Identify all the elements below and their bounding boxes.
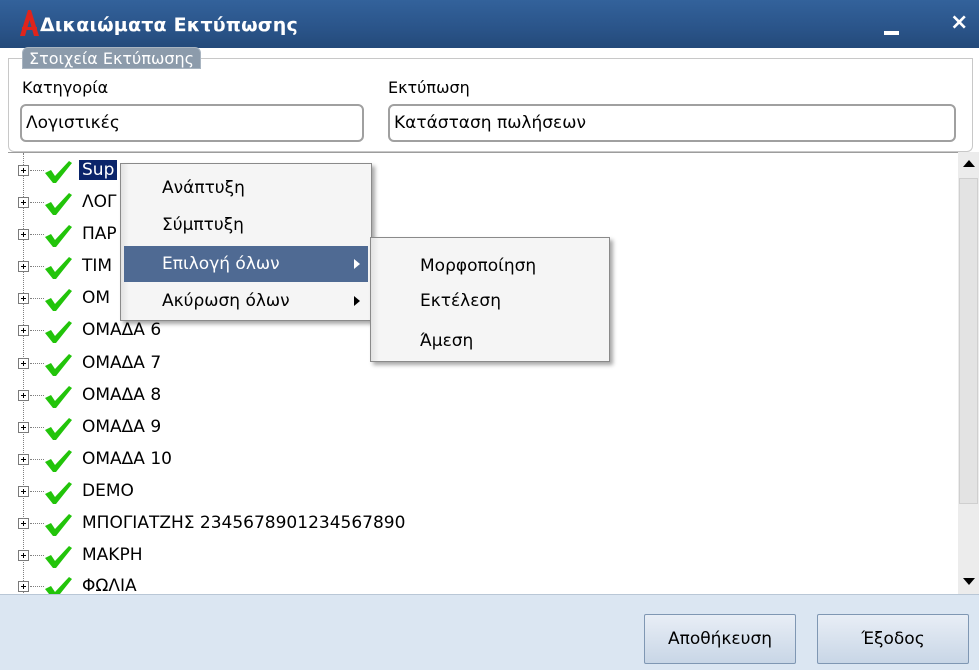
vertical-scrollbar[interactable] — [958, 152, 979, 594]
tree-item[interactable]: ΟΜΑΔΑ 8 — [8, 380, 908, 412]
button-bar: Αποθήκευση Έξοδος — [0, 594, 979, 670]
minimize-button[interactable] — [878, 12, 912, 38]
tree-item[interactable]: DEMO — [8, 476, 908, 508]
expand-plus-icon[interactable] — [18, 293, 29, 304]
menu-item-label: Άμεση — [420, 331, 474, 351]
context-menu: Ανάπτυξη Σύμπτυξη Επιλογή όλων Ακύρωση ό… — [120, 163, 372, 321]
tree-item-label: ΟΜΑΔΑ 7 — [82, 353, 162, 373]
expand-plus-icon[interactable] — [18, 518, 29, 529]
checkmark-icon[interactable] — [42, 159, 74, 185]
tree-item[interactable]: ΜΠΟΓΙΑΤΖΗΣ 2345678901234567890 — [8, 508, 908, 540]
tree-item[interactable]: ΦΩΛΙΑ — [8, 571, 908, 594]
tree-item-label: ΦΩΛΙΑ — [82, 576, 137, 594]
window-title: Δικαιώματα Εκτύπωσης — [40, 14, 298, 36]
tree-item-label: ΟΜΑΔΑ 6 — [82, 320, 162, 340]
app-logo-icon — [20, 10, 39, 36]
tree-item-label: DEMO — [82, 481, 134, 501]
title-bar[interactable]: Δικαιώματα Εκτύπωσης × — [0, 0, 979, 48]
save-button[interactable]: Αποθήκευση — [644, 614, 796, 664]
expand-plus-icon[interactable] — [18, 581, 29, 592]
checkmark-icon[interactable] — [42, 544, 74, 570]
expand-plus-icon[interactable] — [18, 358, 29, 369]
tree-item[interactable]: ΟΜΑΔΑ 10 — [8, 444, 908, 476]
checkmark-icon[interactable] — [42, 512, 74, 538]
tree-item-label: ΜΑΚΡΗ — [82, 545, 143, 565]
checkmark-icon[interactable] — [42, 448, 74, 474]
select-all-submenu: Μορφοποίηση Εκτέλεση Άμεση — [370, 237, 610, 362]
tree-item-label: ΟΜ — [82, 288, 111, 308]
tree-item-label: ΜΠΟΓΙΑΤΖΗΣ 2345678901234567890 — [82, 513, 406, 533]
submenu-item-execution[interactable]: Εκτέλεση — [374, 283, 606, 319]
print-label: Εκτύπωση — [388, 78, 470, 97]
checkmark-icon[interactable] — [42, 255, 74, 281]
expand-plus-icon[interactable] — [18, 261, 29, 272]
group-legend: Στοιχεία Εκτύπωσης — [22, 47, 202, 69]
menu-item-cancel-all[interactable]: Ακύρωση όλων — [124, 283, 368, 319]
checkmark-icon[interactable] — [42, 191, 74, 217]
scroll-thumb[interactable] — [959, 178, 978, 504]
tree-item-label: ΟΜΑΔΑ 8 — [82, 385, 162, 405]
expand-plus-icon[interactable] — [18, 165, 29, 176]
submenu-item-formatting[interactable]: Μορφοποίηση — [374, 248, 606, 284]
tree-item-label: ΤΙΜ — [82, 256, 113, 276]
menu-item-expand[interactable]: Ανάπτυξη — [124, 170, 368, 206]
expand-plus-icon[interactable] — [18, 197, 29, 208]
menu-item-label: Μορφοποίηση — [420, 256, 537, 276]
checkmark-icon[interactable] — [42, 480, 74, 506]
expand-plus-icon[interactable] — [18, 550, 29, 561]
tree-item-label: ΠΑΡ — [82, 224, 117, 244]
tree-item-label: ΟΜΑΔΑ 9 — [82, 417, 162, 437]
expand-plus-icon[interactable] — [18, 325, 29, 336]
checkmark-icon[interactable] — [42, 287, 74, 313]
category-label: Κατηγορία — [22, 78, 109, 97]
menu-item-label: Σύμπτυξη — [162, 215, 244, 235]
submenu-arrow-icon — [354, 259, 360, 269]
expand-plus-icon[interactable] — [18, 390, 29, 401]
expand-plus-icon[interactable] — [18, 486, 29, 497]
menu-item-select-all[interactable]: Επιλογή όλων — [124, 246, 368, 282]
exit-button[interactable]: Έξοδος — [817, 614, 969, 664]
menu-item-label: Ακύρωση όλων — [162, 291, 290, 311]
expand-plus-icon[interactable] — [18, 422, 29, 433]
category-field[interactable]: Λογιστικές — [20, 104, 364, 142]
submenu-item-direct[interactable]: Άμεση — [374, 323, 606, 359]
scroll-up-arrow-icon[interactable] — [959, 154, 978, 174]
expand-plus-icon[interactable] — [18, 229, 29, 240]
menu-item-label: Εκτέλεση — [420, 291, 501, 311]
menu-item-label: Ανάπτυξη — [162, 178, 245, 198]
checkmark-icon[interactable] — [42, 319, 74, 345]
checkmark-icon[interactable] — [42, 575, 74, 594]
checkmark-icon[interactable] — [42, 384, 74, 410]
checkmark-icon[interactable] — [42, 223, 74, 249]
tree-item-label: ΛΟΓ — [82, 192, 117, 212]
print-field[interactable]: Κατάσταση πωλήσεων — [388, 104, 956, 142]
tree-item-label: ΟΜΑΔΑ 10 — [82, 449, 172, 469]
scroll-down-arrow-icon[interactable] — [959, 572, 978, 592]
checkmark-icon[interactable] — [42, 416, 74, 442]
menu-item-collapse[interactable]: Σύμπτυξη — [124, 207, 368, 243]
tree-item-label: Sup — [79, 160, 118, 180]
expand-plus-icon[interactable] — [18, 454, 29, 465]
close-button[interactable]: × — [950, 10, 979, 38]
tree-item[interactable]: ΟΜΑΔΑ 9 — [8, 412, 908, 444]
menu-item-label: Επιλογή όλων — [162, 254, 280, 274]
tree-item[interactable]: ΜΑΚΡΗ — [8, 540, 908, 572]
checkmark-icon[interactable] — [42, 352, 74, 378]
submenu-arrow-icon — [354, 296, 360, 306]
